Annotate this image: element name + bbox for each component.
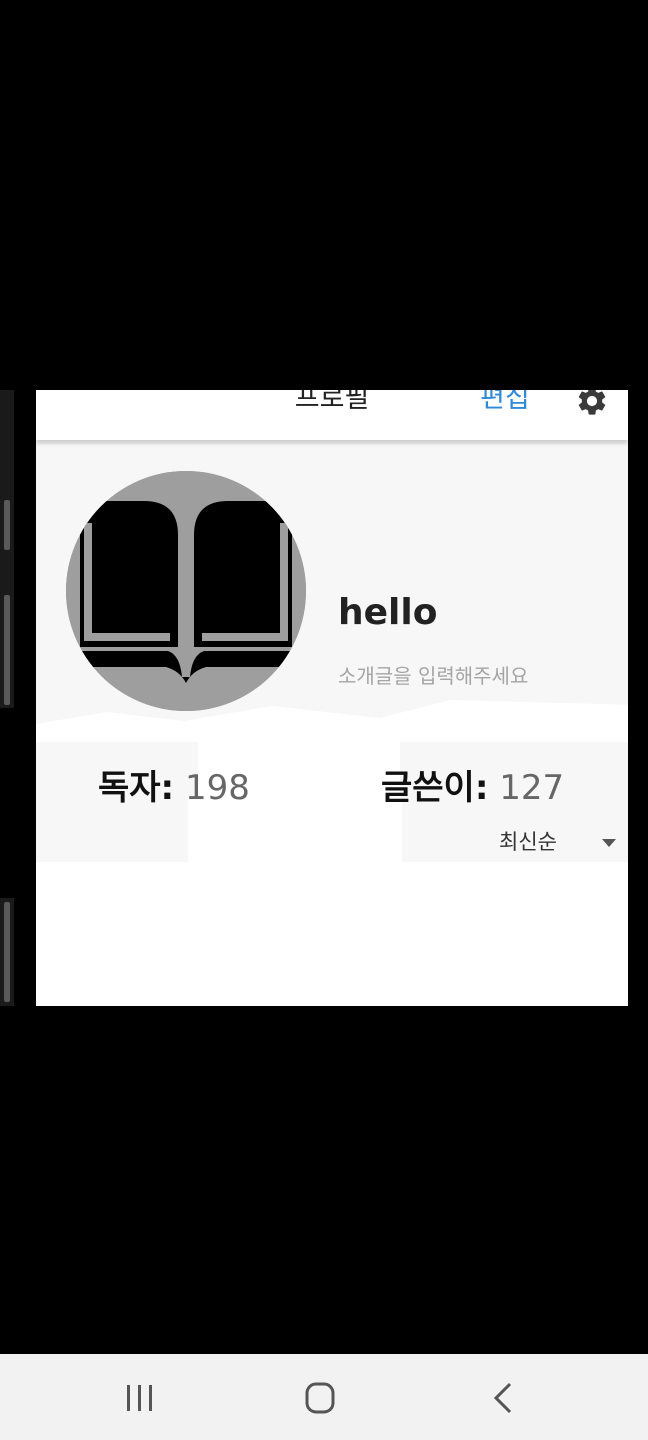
- back-icon[interactable]: [478, 1380, 528, 1416]
- caret-down-icon[interactable]: [602, 839, 616, 847]
- system-nav-bar: [0, 1354, 648, 1440]
- page-title: 프로필: [294, 390, 370, 414]
- bio-placeholder[interactable]: 소개글을 입력해주세요: [338, 660, 528, 689]
- readers-label: 독자:: [98, 768, 175, 808]
- edit-button[interactable]: 편집: [480, 390, 530, 415]
- profile-screen: 프로필 편집 hello 소개글을 입력해주세요 독자: 198 글쓴이: 12…: [36, 390, 628, 1006]
- background-window-edge: [0, 390, 14, 708]
- home-icon[interactable]: [295, 1380, 345, 1416]
- recents-icon[interactable]: [115, 1380, 165, 1416]
- profile-header: hello 소개글을 입력해주세요: [36, 442, 628, 760]
- avatar[interactable]: [66, 471, 306, 711]
- readers-value: 198: [184, 768, 250, 808]
- username: hello: [338, 592, 438, 633]
- background-window-edge-lower: [0, 898, 14, 1006]
- sort-dropdown[interactable]: 최신순: [499, 826, 557, 856]
- readers-count[interactable]: 독자: 198: [98, 760, 250, 809]
- writers-value: 127: [499, 768, 565, 808]
- writers-count[interactable]: 글쓴이: 127: [381, 760, 564, 809]
- gear-icon[interactable]: [575, 390, 609, 418]
- writers-label: 글쓴이:: [381, 768, 489, 808]
- open-book-icon: [66, 471, 306, 711]
- app-bar: 프로필 편집: [36, 390, 628, 440]
